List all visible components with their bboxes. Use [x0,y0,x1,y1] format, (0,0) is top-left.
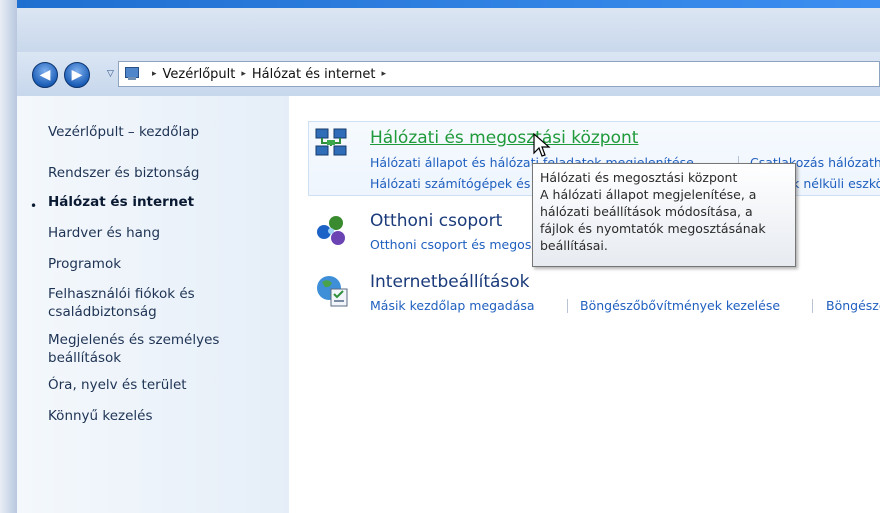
link-change-homepage[interactable]: Másik kezdőlap megadása [370,298,535,313]
sidebar-item-appearance[interactable]: Megjelenés és személyes [48,331,219,349]
link-delete-browsing-history[interactable]: Böngészési előzmények és cookie-k törlés… [826,298,880,313]
breadcrumb-separator-icon[interactable]: ▸ [152,69,157,79]
sidebar-item-home[interactable]: Vezérlőpult – kezdőlap [48,123,199,141]
network-sharing-icon [315,128,347,156]
tooltip: Hálózati és megosztási központ A hálózat… [532,163,796,267]
breadcrumb-network-internet[interactable]: Hálózat és internet [252,67,376,82]
sidebar-item-network-internet[interactable]: Hálózat és internet [48,193,194,211]
sidebar-item-ease-of-access[interactable]: Könnyű kezelés [48,407,153,425]
title-bar-accent [17,0,880,8]
control-panel-icon [124,66,140,82]
sidebar-item-appearance-line2[interactable]: beállítások [48,349,121,367]
window-left-edge [0,0,17,513]
forward-button[interactable]: ▶ [64,62,90,88]
recent-pages-dropdown[interactable]: ▽ [107,69,114,79]
sidebar-item-clock-language[interactable]: Óra, nyelv és terület [48,376,187,394]
category-homegroup[interactable]: Otthoni csoport [370,211,502,231]
active-bullet: • [30,199,38,213]
link-separator [812,299,813,313]
breadcrumb-separator-icon[interactable]: ▸ [241,69,246,79]
internet-options-icon [317,276,348,307]
forward-arrow-icon: ▶ [71,67,83,83]
link-manage-addons[interactable]: Böngészőbővítmények kezelése [580,298,780,313]
category-network-sharing-center[interactable]: Hálózati és megosztási központ [370,128,638,148]
address-bar[interactable]: ▸ Vezérlőpult ▸ Hálózat és internet ▸ [118,61,880,87]
link-separator [567,299,568,313]
tooltip-line: fájlok és nyomtatók megosztásának [540,221,766,236]
tooltip-line: beállításai. [540,238,608,253]
mouse-cursor-icon [533,133,551,157]
breadcrumb-control-panel[interactable]: Vezérlőpult [163,67,236,82]
breadcrumb-separator-icon[interactable]: ▸ [382,69,387,79]
sidebar-item-programs[interactable]: Programok [48,255,121,273]
homegroup-icon [317,216,345,245]
tooltip-title: Hálózati és megosztási központ [540,170,738,185]
category-internet-options[interactable]: Internetbeállítások [370,272,530,292]
back-arrow-icon: ◀ [39,67,51,83]
tooltip-line: hálózati beállítások módosítása, a [540,204,753,219]
back-button[interactable]: ◀ [32,62,58,88]
sidebar-item-hardware-sound[interactable]: Hardver és hang [48,224,160,242]
sidebar-item-user-accounts-line2[interactable]: családbiztonság [48,303,157,321]
sidebar-item-user-accounts[interactable]: Felhasználói fiókok és [48,285,195,303]
sidebar-item-system-security[interactable]: Rendszer és biztonság [48,164,200,182]
control-panel-window: ◀ ▶ ▽ ▸ Vezérlőpult ▸ Hálózat és interne… [0,0,880,513]
tooltip-line: A hálózati állapot megjelenítése, a [540,187,757,202]
chevron-down-icon: ▽ [107,69,114,79]
